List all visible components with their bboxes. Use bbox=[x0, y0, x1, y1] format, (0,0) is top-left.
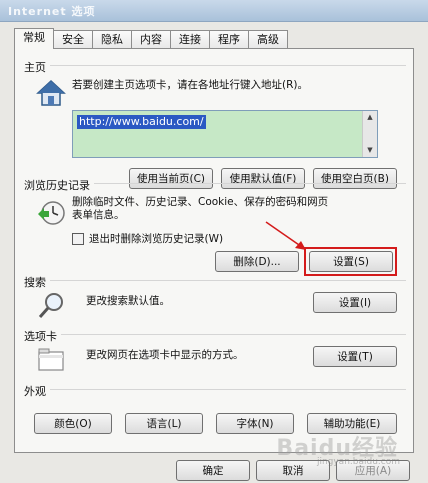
tab-connections[interactable]: 连接 bbox=[170, 30, 210, 49]
search-settings-button[interactable]: 设置(I) bbox=[313, 292, 397, 313]
tab-privacy[interactable]: 隐私 bbox=[92, 30, 132, 49]
home-page-group: 主页 若要创建主页选项卡，请在各地址行键入地址(R)。 http://www.b… bbox=[24, 59, 406, 189]
window-title: Internet 选项 bbox=[8, 5, 96, 18]
url-scrollbar[interactable]: ▲ ▼ bbox=[362, 111, 377, 157]
languages-button[interactable]: 语言(L) bbox=[125, 413, 203, 434]
home-icon bbox=[36, 79, 66, 106]
tab-strip: 常规 安全 隐私 内容 连接 程序 高级 bbox=[14, 28, 288, 49]
history-title: 浏览历史记录 bbox=[24, 177, 94, 193]
tabs-group-title: 选项卡 bbox=[24, 328, 61, 344]
ok-button[interactable]: 确定 bbox=[176, 460, 250, 481]
tab-general[interactable]: 常规 bbox=[14, 28, 54, 49]
highlight-box bbox=[304, 247, 397, 276]
colors-button[interactable]: 颜色(O) bbox=[34, 413, 112, 434]
home-page-title: 主页 bbox=[24, 59, 50, 75]
red-arrow-icon bbox=[265, 221, 306, 250]
search-group: 搜索 更改搜索默认值。 设置(I) bbox=[24, 274, 406, 325]
tab-advanced[interactable]: 高级 bbox=[248, 30, 288, 49]
tabs-settings-button[interactable]: 设置(T) bbox=[313, 346, 397, 367]
title-bar: Internet 选项 bbox=[0, 0, 428, 22]
history-description-2: 表单信息。 bbox=[72, 209, 125, 221]
appearance-title: 外观 bbox=[24, 383, 50, 399]
search-description: 更改搜索默认值。 bbox=[86, 295, 170, 307]
delete-history-button[interactable]: 删除(D)... bbox=[215, 251, 299, 272]
tabs-group: 选项卡 更改网页在选项卡中显示的方式。 设置(T) bbox=[24, 328, 406, 379]
history-clock-icon bbox=[38, 201, 65, 225]
home-description: 若要创建主页选项卡，请在各地址行键入地址(R)。 bbox=[72, 79, 308, 91]
home-url-input[interactable]: http://www.baidu.com/ ▲ ▼ bbox=[72, 110, 378, 158]
browsing-history-group: 浏览历史记录 删除临时文件、历史记录、Cookie、保存的密码和网页 表单信息。… bbox=[24, 177, 406, 276]
delete-on-exit-checkbox[interactable] bbox=[72, 233, 84, 245]
tab-content[interactable]: 内容 bbox=[131, 30, 171, 49]
scroll-up-icon[interactable]: ▲ bbox=[363, 111, 377, 124]
tab-programs[interactable]: 程序 bbox=[209, 30, 249, 49]
tabs-icon bbox=[38, 348, 64, 371]
baidu-watermark-url: jingyan.baidu.com bbox=[316, 457, 400, 467]
home-url-text: http://www.baidu.com/ bbox=[77, 115, 206, 129]
tab-security[interactable]: 安全 bbox=[53, 30, 93, 49]
magnifier-icon bbox=[38, 293, 63, 318]
history-description-1: 删除临时文件、历史记录、Cookie、保存的密码和网页 bbox=[72, 196, 329, 208]
search-title: 搜索 bbox=[24, 274, 50, 290]
tabs-description: 更改网页在选项卡中显示的方式。 bbox=[86, 349, 244, 361]
scroll-down-icon[interactable]: ▼ bbox=[363, 144, 377, 157]
delete-on-exit-label: 退出时删除浏览历史记录(W) bbox=[89, 233, 224, 245]
general-tab-panel: 主页 若要创建主页选项卡，请在各地址行键入地址(R)。 http://www.b… bbox=[14, 48, 414, 453]
